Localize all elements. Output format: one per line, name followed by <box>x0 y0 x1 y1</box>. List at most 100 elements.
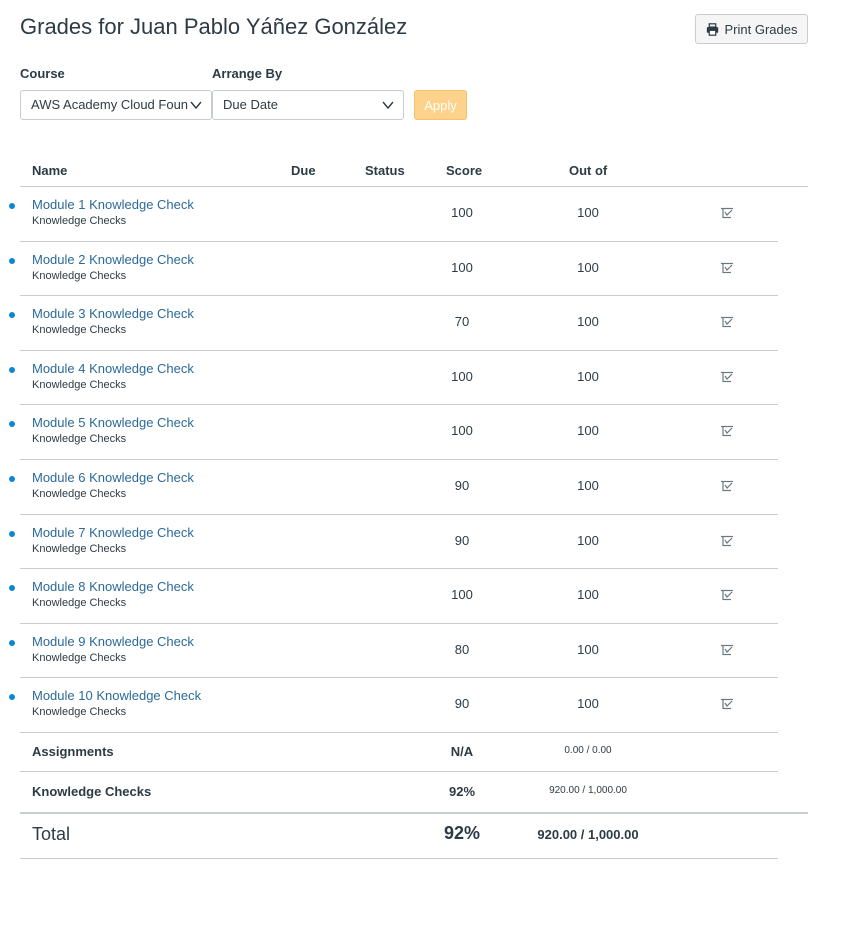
rubric-icon[interactable] <box>720 644 734 656</box>
assignment-group: Knowledge Checks <box>32 652 127 664</box>
table-row: Module 2 Knowledge Check Knowledge Checks… <box>9 242 778 296</box>
assignment-out-of: 100 <box>577 642 599 657</box>
printer-icon <box>706 22 718 36</box>
column-header-score[interactable]: Score <box>446 163 482 178</box>
assignment-link[interactable]: Module 6 Knowledge Check <box>32 470 194 485</box>
assignment-link[interactable]: Module 9 Knowledge Check <box>32 634 194 649</box>
assignment-group: Knowledge Checks <box>32 324 127 336</box>
assignment-link[interactable]: Module 7 Knowledge Check <box>32 525 194 540</box>
rubric-icon[interactable] <box>720 207 734 219</box>
column-header-due[interactable]: Due <box>291 163 316 178</box>
apply-button[interactable]: Apply <box>414 90 467 120</box>
rubric-icon[interactable] <box>720 425 734 437</box>
assignment-score: 90 <box>454 696 470 711</box>
unread-dot-icon <box>9 203 15 209</box>
rubric-icon[interactable] <box>720 535 734 547</box>
print-grades-button[interactable]: Print Grades <box>695 14 808 44</box>
arrange-by-select-value: Due Date <box>223 97 278 112</box>
total-label: Total <box>32 824 71 844</box>
unread-dot-icon <box>9 531 15 537</box>
assignment-out-of: 100 <box>577 314 599 329</box>
table-row: Module 10 Knowledge Check Knowledge Check… <box>9 678 778 733</box>
assignment-out-of: 100 <box>577 587 599 602</box>
assignment-out-of: 100 <box>577 478 599 493</box>
table-row: Module 8 Knowledge Check Knowledge Checks… <box>9 569 778 624</box>
table-row: Module 6 Knowledge Check Knowledge Checks… <box>9 460 778 515</box>
group-name: Assignments <box>32 744 114 759</box>
unread-dot-icon <box>9 367 15 373</box>
assignment-out-of: 100 <box>577 260 599 275</box>
assignment-group: Knowledge Checks <box>32 379 127 391</box>
column-header-out-of[interactable]: Out of <box>569 163 607 178</box>
assignment-score: 70 <box>454 314 470 329</box>
total-out-of: 920.00 / 1,000.00 <box>537 827 639 842</box>
assignment-link[interactable]: Module 1 Knowledge Check <box>32 197 194 212</box>
assignment-group: Knowledge Checks <box>32 433 127 445</box>
table-row: Module 1 Knowledge Check Knowledge Checks… <box>9 187 778 242</box>
assignment-out-of: 100 <box>577 369 599 384</box>
group-name: Knowledge Checks <box>32 784 152 799</box>
table-row: Module 5 Knowledge Check Knowledge Checks… <box>9 405 778 460</box>
chevron-down-icon <box>382 101 394 110</box>
assignment-score: 90 <box>454 478 470 493</box>
rubric-icon[interactable] <box>720 371 734 383</box>
chevron-down-icon <box>190 101 202 110</box>
assignment-out-of: 100 <box>577 533 599 548</box>
course-select-value: AWS Academy Cloud Foun <box>31 97 189 112</box>
group-out-of: 0.00 / 0.00 <box>564 745 612 756</box>
group-score: 92% <box>448 784 476 799</box>
group-out-of: 920.00 / 1,000.00 <box>549 785 627 796</box>
assignment-link[interactable]: Module 8 Knowledge Check <box>32 579 194 594</box>
assignment-score: 100 <box>451 423 473 438</box>
assignment-score: 100 <box>451 587 473 602</box>
assignment-group: Knowledge Checks <box>32 215 127 227</box>
rubric-icon[interactable] <box>720 316 734 328</box>
assignment-group: Knowledge Checks <box>32 270 127 282</box>
assignment-out-of: 100 <box>577 696 599 711</box>
unread-dot-icon <box>9 421 15 427</box>
assignment-score: 100 <box>451 369 473 384</box>
assignment-score: 80 <box>454 642 470 657</box>
assignment-group: Knowledge Checks <box>32 488 127 500</box>
arrange-by-select[interactable]: Due Date <box>212 90 404 120</box>
course-select[interactable]: AWS Academy Cloud Foun <box>20 90 212 120</box>
column-header-status[interactable]: Status <box>365 163 405 178</box>
unread-dot-icon <box>9 258 15 264</box>
table-row: Module 9 Knowledge Check Knowledge Checks… <box>9 624 778 678</box>
table-row: Module 7 Knowledge Check Knowledge Checks… <box>9 515 778 569</box>
total-score: 92% <box>443 823 481 843</box>
total-row: Total 92% 920.00 / 1,000.00 <box>20 814 778 859</box>
unread-dot-icon <box>9 476 15 482</box>
rubric-icon[interactable] <box>720 698 734 710</box>
assignment-score: 90 <box>454 533 470 548</box>
assignment-link[interactable]: Module 4 Knowledge Check <box>32 361 194 376</box>
assignment-group: Knowledge Checks <box>32 597 127 609</box>
assignment-out-of: 100 <box>577 423 599 438</box>
assignment-group: Knowledge Checks <box>32 706 127 718</box>
rubric-icon[interactable] <box>720 262 734 274</box>
page-title: Grades for Juan Pablo Yáñez González <box>20 14 408 39</box>
print-grades-label: Print Grades <box>724 21 798 37</box>
unread-dot-icon <box>9 312 15 318</box>
assignment-link[interactable]: Module 2 Knowledge Check <box>32 252 194 267</box>
assignment-score: 100 <box>451 260 473 275</box>
table-row: Module 3 Knowledge Check Knowledge Checks… <box>9 296 778 351</box>
table-header: Name Due Status Score Out of <box>20 155 808 187</box>
assignment-link[interactable]: Module 10 Knowledge Check <box>32 688 201 703</box>
assignment-out-of: 100 <box>577 205 599 220</box>
rubric-icon[interactable] <box>720 480 734 492</box>
unread-dot-icon <box>9 640 15 646</box>
assignment-link[interactable]: Module 5 Knowledge Check <box>32 415 194 430</box>
rubric-icon[interactable] <box>720 589 734 601</box>
unread-dot-icon <box>9 585 15 591</box>
column-header-name[interactable]: Name <box>32 163 67 178</box>
table-row: Module 4 Knowledge Check Knowledge Checks… <box>9 351 778 405</box>
assignment-score: 100 <box>451 205 473 220</box>
group-row-assignments: Assignments N/A 0.00 / 0.00 <box>20 732 778 772</box>
group-row-knowledge-checks: Knowledge Checks 92% 920.00 / 1,000.00 <box>20 772 778 812</box>
assignment-link[interactable]: Module 3 Knowledge Check <box>32 306 194 321</box>
course-label: Course <box>20 66 65 81</box>
unread-dot-icon <box>9 694 15 700</box>
group-score: N/A <box>450 744 474 759</box>
assignment-group: Knowledge Checks <box>32 543 127 555</box>
